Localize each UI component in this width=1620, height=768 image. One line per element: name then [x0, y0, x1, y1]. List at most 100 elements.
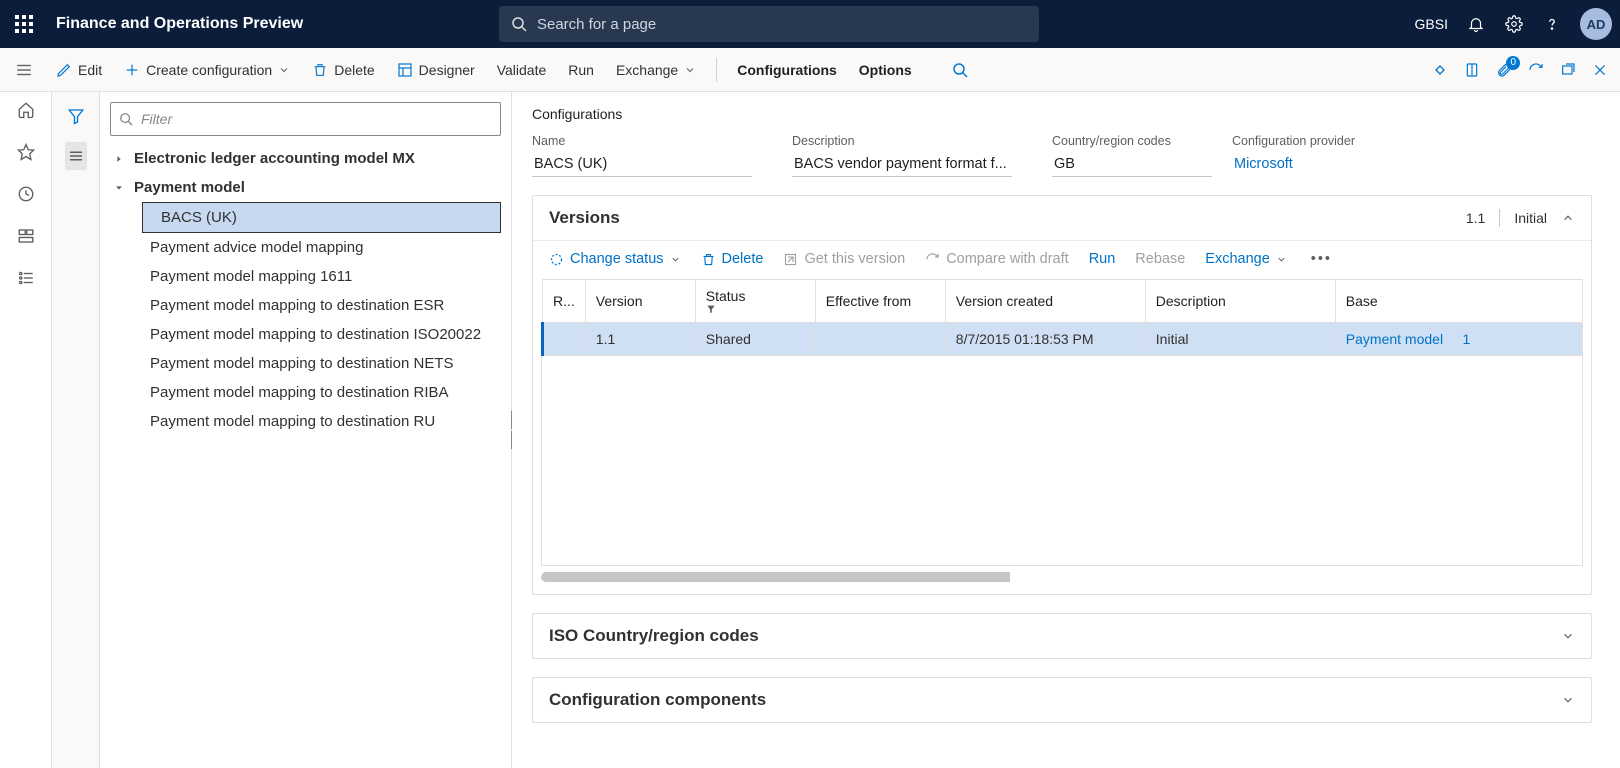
link-icon[interactable]	[1432, 62, 1448, 78]
horizontal-scrollbar[interactable]	[541, 572, 1583, 582]
delete-button[interactable]: Delete	[310, 58, 376, 82]
tree-item-selected[interactable]: BACS (UK)	[142, 202, 501, 233]
create-config-label: Create configuration	[146, 62, 272, 78]
breadcrumb: Configurations	[532, 106, 1592, 122]
field-value-link[interactable]: Microsoft	[1232, 152, 1392, 177]
create-configuration-button[interactable]: Create configuration	[122, 58, 292, 82]
col-effective[interactable]: Effective from	[815, 280, 945, 323]
col-description[interactable]: Description	[1145, 280, 1335, 323]
tree-filter[interactable]	[110, 102, 501, 136]
tree-item-label: Payment advice model mapping	[150, 239, 363, 256]
iso-title: ISO Country/region codes	[549, 626, 759, 646]
filter-funnel-icon[interactable]	[65, 102, 87, 130]
change-status-button[interactable]: Change status	[549, 251, 681, 267]
iso-codes-header[interactable]: ISO Country/region codes	[533, 614, 1591, 658]
col-r[interactable]: R...	[543, 280, 586, 323]
tree-item[interactable]: Payment model	[110, 173, 501, 202]
versions-header[interactable]: Versions 1.1 Initial	[533, 196, 1591, 240]
attachments-icon[interactable]: 0	[1496, 62, 1512, 78]
tree-filter-input[interactable]	[141, 111, 492, 127]
bell-icon[interactable]	[1466, 14, 1486, 34]
main-area: Electronic ledger accounting model MX Pa…	[0, 92, 1620, 768]
hamburger-icon[interactable]	[12, 61, 36, 79]
chevron-down-icon	[684, 64, 696, 76]
chevron-down-icon[interactable]	[1561, 693, 1575, 707]
designer-button[interactable]: Designer	[395, 58, 477, 82]
components-header[interactable]: Configuration components	[533, 678, 1591, 722]
modules-icon[interactable]	[16, 268, 36, 288]
user-avatar[interactable]: AD	[1580, 8, 1612, 40]
version-run-button[interactable]: Run	[1089, 251, 1116, 267]
resize-handle[interactable]	[507, 410, 515, 450]
chevron-right-icon[interactable]	[114, 154, 126, 164]
table-row[interactable]: 1.1 Shared 8/7/2015 01:18:53 PM Initial …	[543, 323, 1583, 356]
chevron-down-icon[interactable]	[1561, 629, 1575, 643]
base-link[interactable]: Payment model	[1346, 331, 1443, 347]
chevron-up-icon[interactable]	[1561, 211, 1575, 225]
configurations-label: Configurations	[737, 62, 837, 78]
validate-button[interactable]: Validate	[495, 58, 549, 82]
edit-button[interactable]: Edit	[54, 58, 104, 82]
field-value[interactable]: BACS (UK)	[532, 152, 752, 177]
gear-icon[interactable]	[1504, 14, 1524, 34]
run-button[interactable]: Run	[566, 58, 596, 82]
tree-item[interactable]: Payment advice model mapping	[110, 233, 501, 262]
tree-item-label: Payment model mapping to destination NET…	[150, 355, 454, 372]
tree-item[interactable]: Payment model mapping to destination ESR	[110, 291, 501, 320]
company-code[interactable]: GBSI	[1415, 16, 1448, 32]
more-icon[interactable]: •••	[1311, 251, 1332, 267]
field-value[interactable]: GB	[1052, 152, 1212, 177]
exchange-button[interactable]: Exchange	[614, 58, 698, 82]
star-icon[interactable]	[16, 142, 36, 162]
run-label: Run	[568, 62, 594, 78]
versions-toolbar: Change status Delete Get this version	[533, 240, 1591, 279]
refresh-icon[interactable]	[1528, 62, 1544, 78]
tree-item-label: BACS (UK)	[161, 209, 237, 226]
options-tab[interactable]: Options	[857, 58, 914, 82]
field-label: Description	[792, 134, 1012, 148]
chevron-down-icon[interactable]	[114, 183, 126, 193]
tree-item[interactable]: Payment model mapping to destination ISO…	[110, 320, 501, 349]
cell-effective	[815, 323, 945, 356]
page-toolbar: Edit Create configuration Delete Designe…	[0, 48, 1620, 92]
tree-item-label: Payment model mapping to destination RIB…	[150, 384, 449, 401]
col-created[interactable]: Version created	[945, 280, 1145, 323]
tree-item-label: Payment model mapping to destination ESR	[150, 297, 444, 314]
base-number[interactable]: 1	[1463, 331, 1471, 347]
tree-item-label: Payment model mapping to destination RU	[150, 413, 435, 430]
clock-icon[interactable]	[16, 184, 36, 204]
global-search[interactable]	[499, 6, 1039, 42]
help-icon[interactable]	[1542, 14, 1562, 34]
tree-item[interactable]: Payment model mapping to destination NET…	[110, 349, 501, 378]
versions-summary: 1.1 Initial	[1466, 209, 1575, 227]
summary-desc: Initial	[1514, 210, 1547, 226]
col-base[interactable]: Base	[1335, 280, 1582, 323]
configurations-tab[interactable]: Configurations	[735, 58, 839, 82]
filter-funnel-icon[interactable]	[706, 304, 805, 314]
tree-item[interactable]: Electronic ledger accounting model MX	[110, 144, 501, 173]
versions-table: R... Version Status Effective from Versi…	[541, 279, 1583, 356]
rebase-button: Rebase	[1135, 251, 1185, 267]
docs-icon[interactable]	[1464, 62, 1480, 78]
waffle-icon[interactable]	[8, 8, 40, 40]
header-right: GBSI AD	[1415, 8, 1612, 40]
version-delete-button[interactable]: Delete	[701, 251, 764, 267]
app-header: Finance and Operations Preview GBSI AD	[0, 0, 1620, 48]
global-search-input[interactable]	[537, 16, 1027, 33]
toolbar-search-icon[interactable]	[952, 62, 968, 78]
col-status[interactable]: Status	[695, 280, 815, 323]
popout-icon[interactable]	[1560, 62, 1576, 78]
tree-item[interactable]: Payment model mapping to destination RU	[110, 407, 501, 436]
list-view-icon[interactable]	[65, 142, 87, 170]
tree-item[interactable]: Payment model mapping 1611	[110, 262, 501, 291]
col-version[interactable]: Version	[585, 280, 695, 323]
tree-item[interactable]: Payment model mapping to destination RIB…	[110, 378, 501, 407]
table-header-row: R... Version Status Effective from Versi…	[543, 280, 1583, 323]
version-exchange-button[interactable]: Exchange	[1205, 251, 1287, 267]
cell-version: 1.1	[585, 323, 695, 356]
field-label: Country/region codes	[1052, 134, 1192, 148]
workspace-icon[interactable]	[16, 226, 36, 246]
field-value[interactable]: BACS vendor payment format f...	[792, 152, 1012, 177]
close-icon[interactable]	[1592, 62, 1608, 78]
home-icon[interactable]	[16, 100, 36, 120]
